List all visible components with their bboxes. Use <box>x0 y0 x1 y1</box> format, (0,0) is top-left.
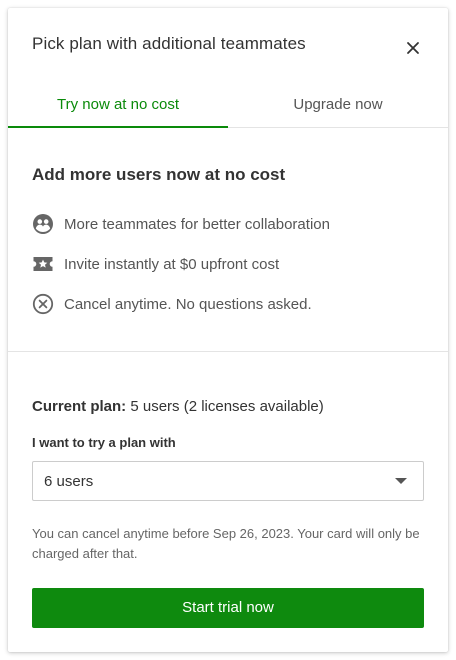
plan-size-value: 6 users <box>44 473 94 490</box>
teammates-icon <box>32 213 54 235</box>
billing-note: You can cancel anytime before Sep 26, 20… <box>32 526 420 561</box>
plan-select-label: I want to try a plan with <box>32 435 176 450</box>
tab-try-now[interactable]: Try now at no cost <box>8 92 228 128</box>
feature-text: More teammates for better collaboration <box>64 215 330 233</box>
current-plan-label: Current plan: <box>32 398 127 415</box>
section-title: Add more users now at no cost <box>32 165 286 184</box>
current-plan-value: 5 users (2 licenses available) <box>130 398 324 415</box>
ticket-star-icon <box>32 253 54 275</box>
cancel-circle-icon <box>32 293 54 315</box>
close-icon <box>407 42 419 54</box>
tab-upgrade-now[interactable]: Upgrade now <box>228 92 448 128</box>
feature-item: More teammates for better collaboration <box>32 213 330 235</box>
feature-item: Cancel anytime. No questions asked. <box>32 293 312 315</box>
feature-item: Invite instantly at $0 upfront cost <box>32 253 279 275</box>
dialog-title: Pick plan with additional teammates <box>32 34 306 53</box>
divider <box>8 351 448 352</box>
feature-text: Invite instantly at $0 upfront cost <box>64 255 280 273</box>
plan-tabs: Try now at no cost Upgrade now <box>8 92 448 128</box>
plan-size-select[interactable]: 6 users <box>32 461 424 501</box>
close-button[interactable] <box>400 36 426 60</box>
chevron-down-icon <box>395 478 407 484</box>
plan-dialog: Pick plan with additional teammates Try … <box>8 8 448 652</box>
start-trial-button[interactable]: Start trial now <box>32 588 424 628</box>
current-plan: Current plan: 5 users (2 licenses availa… <box>32 398 324 415</box>
dialog-header: Pick plan with additional teammates <box>8 8 448 80</box>
feature-text: Cancel anytime. No questions asked. <box>64 295 312 313</box>
